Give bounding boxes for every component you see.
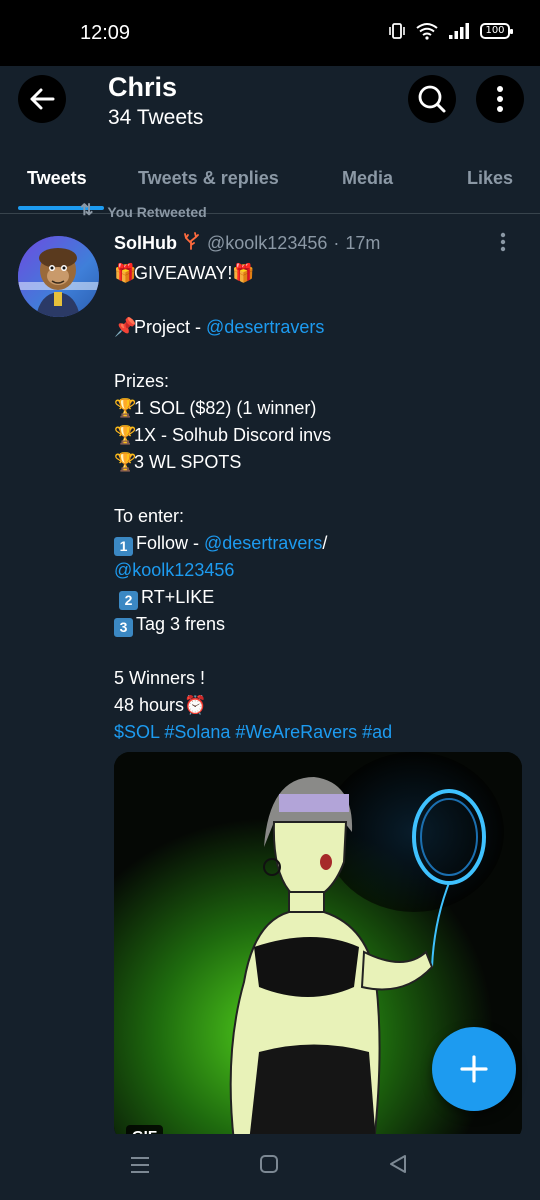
system-nav-bar [0, 1134, 540, 1200]
tweet-count: 34 Tweets [108, 106, 204, 129]
trophy-icon: 🏆 [114, 398, 137, 418]
retweet-context-label: You Retweeted [107, 204, 207, 220]
compose-tweet-button[interactable] [432, 1027, 516, 1111]
signal-icon [449, 23, 469, 39]
recents-button[interactable] [130, 1154, 150, 1181]
project-label: Project - [134, 317, 207, 337]
more-vertical-icon [497, 86, 503, 112]
more-options-button[interactable] [476, 75, 524, 123]
giveaway-title: GIVEAWAY! [134, 263, 233, 283]
tab-tweets-replies[interactable]: Tweets & replies [138, 168, 279, 189]
tweet-time: 17m [345, 233, 381, 253]
step-text: RT+LIKE [141, 587, 215, 607]
avatar[interactable] [18, 236, 99, 317]
profile-header: Chris 34 Tweets [0, 66, 540, 148]
more-vertical-icon [500, 232, 506, 252]
prize-item: 1 SOL ($82) (1 winner) [134, 398, 317, 418]
back-button[interactable] [18, 75, 66, 123]
mention-link[interactable]: @desertravers [206, 317, 324, 337]
prize-item: 1X - Solhub Discord invs [134, 425, 332, 445]
retweet-context: ⇅ You Retweeted [80, 196, 207, 220]
mention-link[interactable]: @desertravers [204, 533, 322, 553]
home-button[interactable] [259, 1154, 279, 1179]
vibrate-icon [389, 23, 405, 39]
search-icon [418, 85, 446, 113]
avatar-image [18, 236, 99, 317]
step-text: Follow - [136, 533, 205, 553]
arrow-left-icon [30, 88, 55, 110]
status-bar: 12:09 100 [0, 0, 540, 66]
tab-media[interactable]: Media [342, 168, 393, 189]
gift-icon: 🎁 [232, 263, 255, 283]
keycap-one-icon: 1 [114, 537, 133, 556]
wifi-icon [416, 23, 438, 40]
winners-text: 5 Winners ! [114, 668, 206, 688]
plus-icon [460, 1055, 488, 1083]
tweet-text: 🎁GIVEAWAY!🎁 📌Project - @desertravers Pri… [114, 260, 524, 746]
prizes-heading: Prizes: [114, 371, 170, 391]
back-triangle-icon [390, 1155, 406, 1173]
hours-text: 48 hours [114, 695, 185, 715]
pushpin-icon: 📌 [114, 317, 137, 337]
keycap-three-icon: 3 [114, 618, 133, 637]
step-text: Tag 3 frens [136, 614, 226, 634]
status-time: 12:09 [80, 22, 131, 44]
profile-name: Chris [108, 72, 178, 102]
enter-heading: To enter: [114, 506, 185, 526]
battery-icon: 100 [480, 23, 513, 39]
coral-badge-icon [183, 232, 199, 255]
tweet-header: SolHub @koolk123456 · 17m [114, 232, 380, 255]
status-icons: 100 [388, 22, 513, 40]
hashtags-link[interactable]: $SOL #Solana #WeAreRavers #ad [114, 722, 392, 742]
tweet-more-button[interactable] [500, 232, 506, 256]
gift-icon: 🎁 [114, 263, 137, 283]
search-button[interactable] [408, 75, 456, 123]
keycap-two-icon: 2 [119, 591, 139, 610]
menu-icon [131, 1157, 149, 1173]
header-separator: · [333, 233, 340, 253]
mention-link[interactable]: @koolk123456 [114, 560, 234, 580]
home-square-icon [260, 1155, 278, 1173]
alarm-clock-icon: ⏰ [184, 695, 207, 715]
slash-text: / [322, 533, 328, 553]
tab-likes[interactable]: Likes [467, 168, 513, 189]
trophy-icon: 🏆 [114, 452, 137, 472]
prize-item: 3 WL SPOTS [134, 452, 242, 472]
trophy-icon: 🏆 [114, 425, 137, 445]
author-name[interactable]: SolHub [114, 233, 177, 254]
author-handle[interactable]: @koolk123456 [207, 233, 327, 254]
system-back-button[interactable] [388, 1154, 408, 1179]
tab-tweets[interactable]: Tweets [27, 168, 87, 189]
retweet-icon: ⇅ [80, 202, 94, 219]
